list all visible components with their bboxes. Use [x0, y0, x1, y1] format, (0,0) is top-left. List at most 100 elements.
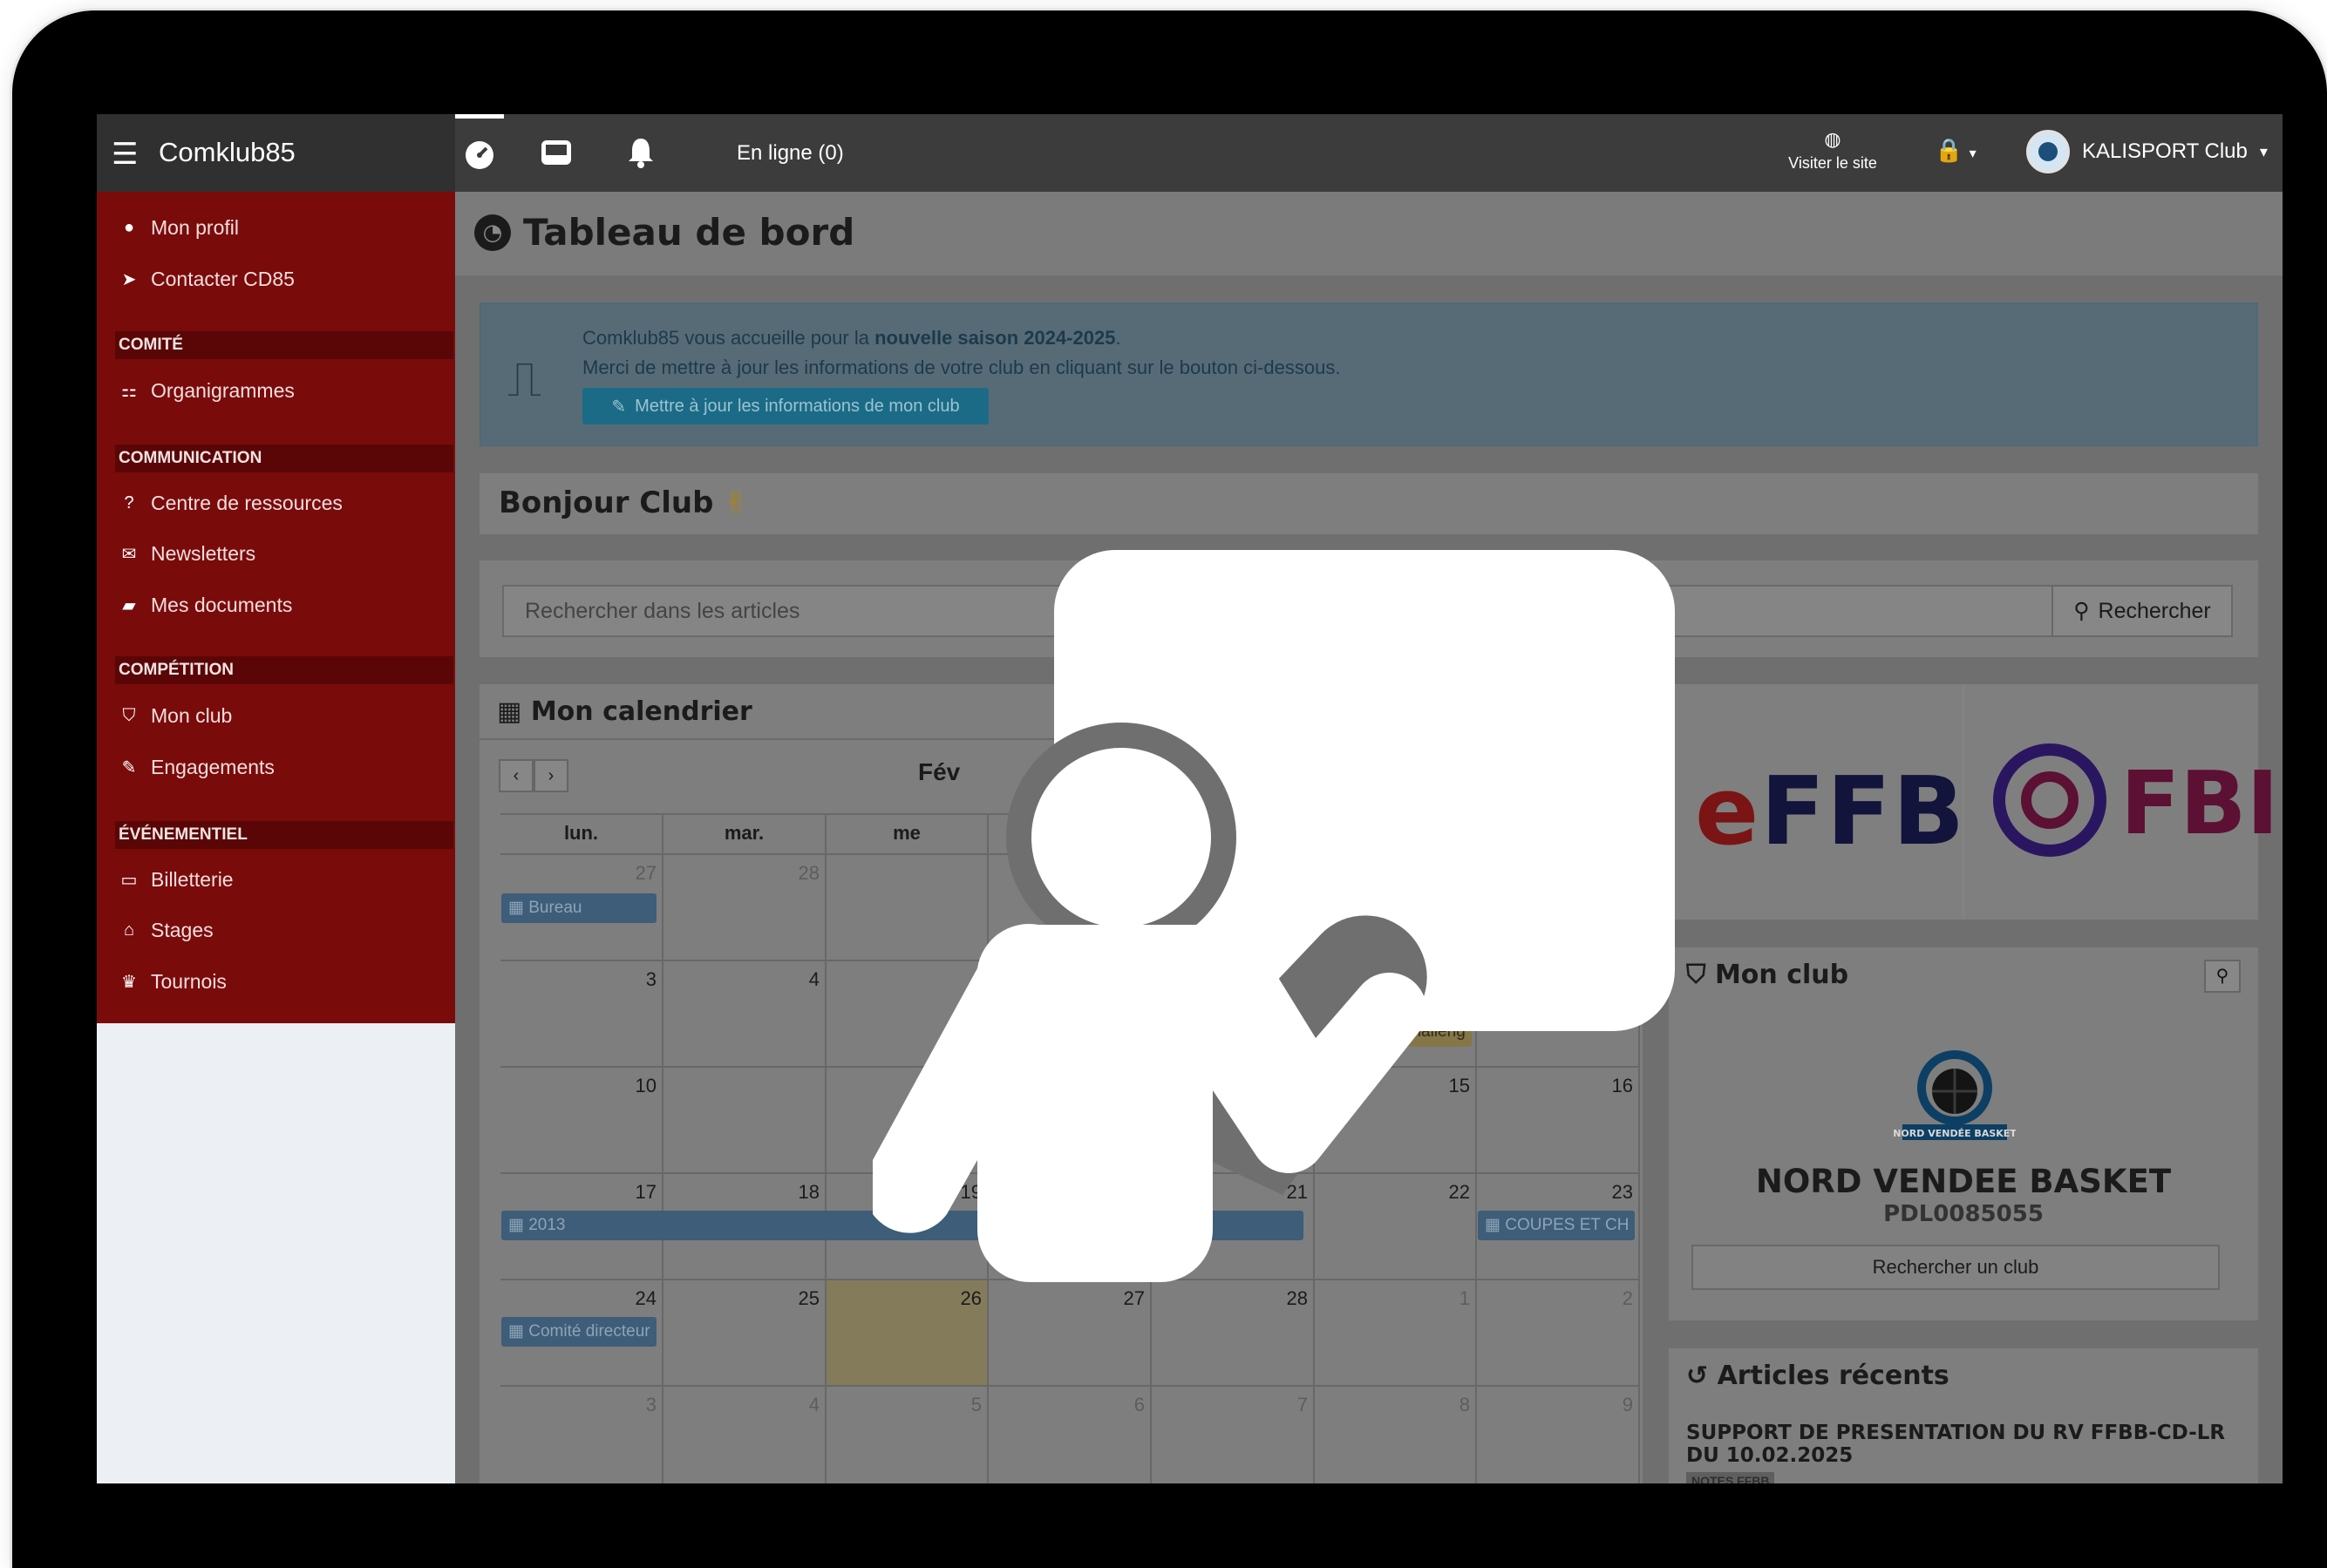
- alert-line-1: Comklub85 vous accueille pour la nouvell…: [582, 327, 1121, 350]
- calendar-day[interactable]: 3: [500, 960, 663, 1066]
- tachometer-icon: [466, 141, 493, 169]
- sidebar-item-stages[interactable]: ⌂ Stages: [119, 919, 214, 942]
- calendar-day[interactable]: [663, 1066, 827, 1172]
- day-number: 9: [1622, 1394, 1633, 1415]
- caret-down-icon: ▾: [1969, 146, 1977, 161]
- dashboard-nav-icon[interactable]: [455, 114, 504, 192]
- sidebar-item-mon-club[interactable]: ⛉ Mon club: [119, 704, 233, 728]
- club-search-button[interactable]: ⚲: [2204, 960, 2241, 993]
- calendar-day[interactable]: 2: [1477, 1279, 1640, 1385]
- day-number: 7: [1296, 1394, 1308, 1415]
- calendar-day[interactable]: 7: [1152, 1385, 1315, 1483]
- sidebar-item-label: Engagements: [151, 756, 275, 778]
- sidebar-item-label: Stages: [151, 919, 214, 941]
- sidebar-item-label: Organigrammes: [151, 379, 295, 402]
- calendar-day[interactable]: 25: [663, 1279, 827, 1385]
- calendar-day[interactable]: 27: [989, 1279, 1152, 1385]
- user-circle-icon: ●: [123, 218, 135, 237]
- sidebar-item-contacter[interactable]: ➤ Contacter CD85: [119, 268, 295, 291]
- calendar-event[interactable]: ▦ Comité directeur: [501, 1317, 657, 1347]
- fbi-emblem: [1993, 743, 2106, 857]
- pencil-icon: ✎: [611, 397, 627, 417]
- calendar-day[interactable]: 4: [663, 960, 827, 1066]
- sidebar-item-centre-ressources[interactable]: ? Centre de ressources: [119, 492, 342, 515]
- alert-text: Comklub85 vous accueille pour la: [582, 327, 875, 349]
- notifications-nav-icon[interactable]: [616, 132, 665, 173]
- inbox-icon: [541, 140, 571, 165]
- door-icon: ⎍: [507, 351, 542, 406]
- sidebar-item-tournois[interactable]: ♛ Tournois: [119, 970, 227, 994]
- calendar-icon: ▦: [508, 1322, 529, 1341]
- search-icon: ⚲: [2215, 967, 2229, 986]
- victory-hand-icon: ✌: [724, 485, 749, 520]
- brand: ☰ Comklub85: [97, 114, 455, 192]
- info-alert: ⎍ Comklub85 vous accueille pour la nouve…: [480, 302, 2258, 446]
- avatar: [2026, 130, 2070, 173]
- user-name: KALISPORT Club: [2082, 139, 2248, 163]
- visit-site-label: Visiter le site: [1788, 154, 1877, 172]
- fbi-logo[interactable]: FBI: [1965, 684, 2279, 920]
- article-tag-badge: NOTES FFBB: [1686, 1472, 1775, 1483]
- sidebar-item-organigrammes[interactable]: ⚏ Organigrammes: [119, 379, 295, 403]
- sitemap-icon: ⚏: [121, 382, 137, 401]
- day-number: 27: [635, 862, 657, 884]
- prev-month-button[interactable]: ‹: [499, 759, 534, 792]
- day-number: 24: [635, 1287, 657, 1309]
- user-menu[interactable]: KALISPORT Club ▾: [2026, 130, 2268, 173]
- calendar-day[interactable]: 1: [1315, 1279, 1477, 1385]
- visit-site-link[interactable]: ◍ Visiter le site: [1776, 130, 1889, 173]
- brand-name[interactable]: Comklub85: [159, 137, 296, 168]
- calendar-day[interactable]: 4: [663, 1385, 827, 1483]
- online-users[interactable]: En ligne (0): [737, 141, 844, 166]
- sidebar-section-header: COMPÉTITION: [115, 656, 453, 684]
- device-frame: ☰ Comklub85 En ligne (0) ◍ Visiter le si…: [12, 10, 2327, 1568]
- efbb-logo[interactable]: eFFBB: [1669, 684, 2038, 920]
- calendar-title: ▦ Mon calendrier: [497, 696, 752, 727]
- sidebar-item-newsletters[interactable]: ✉ Newsletters: [119, 542, 256, 566]
- search-button[interactable]: ⚲ Rechercher: [2051, 585, 2233, 637]
- club-name: NORD VENDEE BASKET: [1755, 1163, 2172, 1200]
- page-title-text: Tableau de bord: [523, 211, 855, 254]
- sidebar-item-mes-documents[interactable]: ▰ Mes documents: [119, 594, 292, 617]
- day-number: 18: [798, 1181, 820, 1203]
- articles-panel-title-text: Articles récents: [1717, 1361, 1949, 1391]
- hamburger-menu-icon[interactable]: ☰: [112, 139, 138, 169]
- sidebar-item-billetterie[interactable]: ▭ Billetterie: [119, 868, 234, 892]
- recent-articles-panel: ↺ Articles récents SUPPORT DE PRESENTATI…: [1669, 1348, 2258, 1483]
- bell-icon: [629, 139, 653, 168]
- sidebar-item-label: Billetterie: [151, 868, 234, 891]
- calendar-day[interactable]: 8: [1315, 1385, 1477, 1483]
- article-link[interactable]: SUPPORT DE PRESENTATION DU RV FFBB-CD-LR…: [1686, 1422, 2244, 1467]
- calendar-day-today[interactable]: 26: [827, 1279, 989, 1385]
- envelope-icon: ✉: [121, 545, 137, 564]
- sidebar-item-label: Tournois: [151, 970, 227, 993]
- calendar-day[interactable]: 6: [989, 1385, 1152, 1483]
- calendar-day[interactable]: 28: [1152, 1279, 1315, 1385]
- sidebar-item-mon-profil[interactable]: ● Mon profil: [119, 216, 239, 240]
- event-label: Comité directeur: [528, 1322, 650, 1341]
- search-club-button[interactable]: Rechercher un club: [1691, 1245, 2220, 1290]
- ticket-icon: ▭: [120, 871, 138, 890]
- calendar-day[interactable]: 9: [1477, 1385, 1640, 1483]
- event-label: Bureau: [528, 899, 582, 917]
- next-month-button[interactable]: ›: [534, 759, 568, 792]
- lock-icon: 🔒: [1935, 137, 1963, 163]
- club-panel-title-text: Mon club: [1714, 960, 1849, 990]
- calendar-event[interactable]: ▦ Bureau: [501, 893, 657, 923]
- update-club-button[interactable]: ✎ Mettre à jour les informations de mon c…: [582, 388, 989, 424]
- update-club-label: Mettre à jour les informations de mon cl…: [635, 396, 960, 416]
- calendar-day[interactable]: 28: [663, 853, 827, 960]
- chevron-left-icon: ‹: [513, 765, 520, 785]
- calendar-day[interactable]: 3: [500, 1385, 663, 1483]
- calendar-icon: ▦: [508, 899, 529, 917]
- club-logo: NORD VENDÉE BASKET: [1894, 1050, 2016, 1140]
- day-number: 5: [970, 1394, 982, 1415]
- calendar-day[interactable]: 5: [827, 1385, 989, 1483]
- sidebar-item-engagements[interactable]: ✎ Engagements: [119, 756, 275, 779]
- inbox-nav-icon[interactable]: [532, 132, 581, 173]
- day-number: 28: [798, 862, 820, 884]
- day-number: 10: [635, 1075, 657, 1096]
- alert-line-2: Merci de mettre à jour les informations …: [582, 356, 1341, 378]
- lock-dropdown[interactable]: 🔒 ▾: [1935, 137, 1977, 164]
- calendar-day[interactable]: 10: [500, 1066, 663, 1172]
